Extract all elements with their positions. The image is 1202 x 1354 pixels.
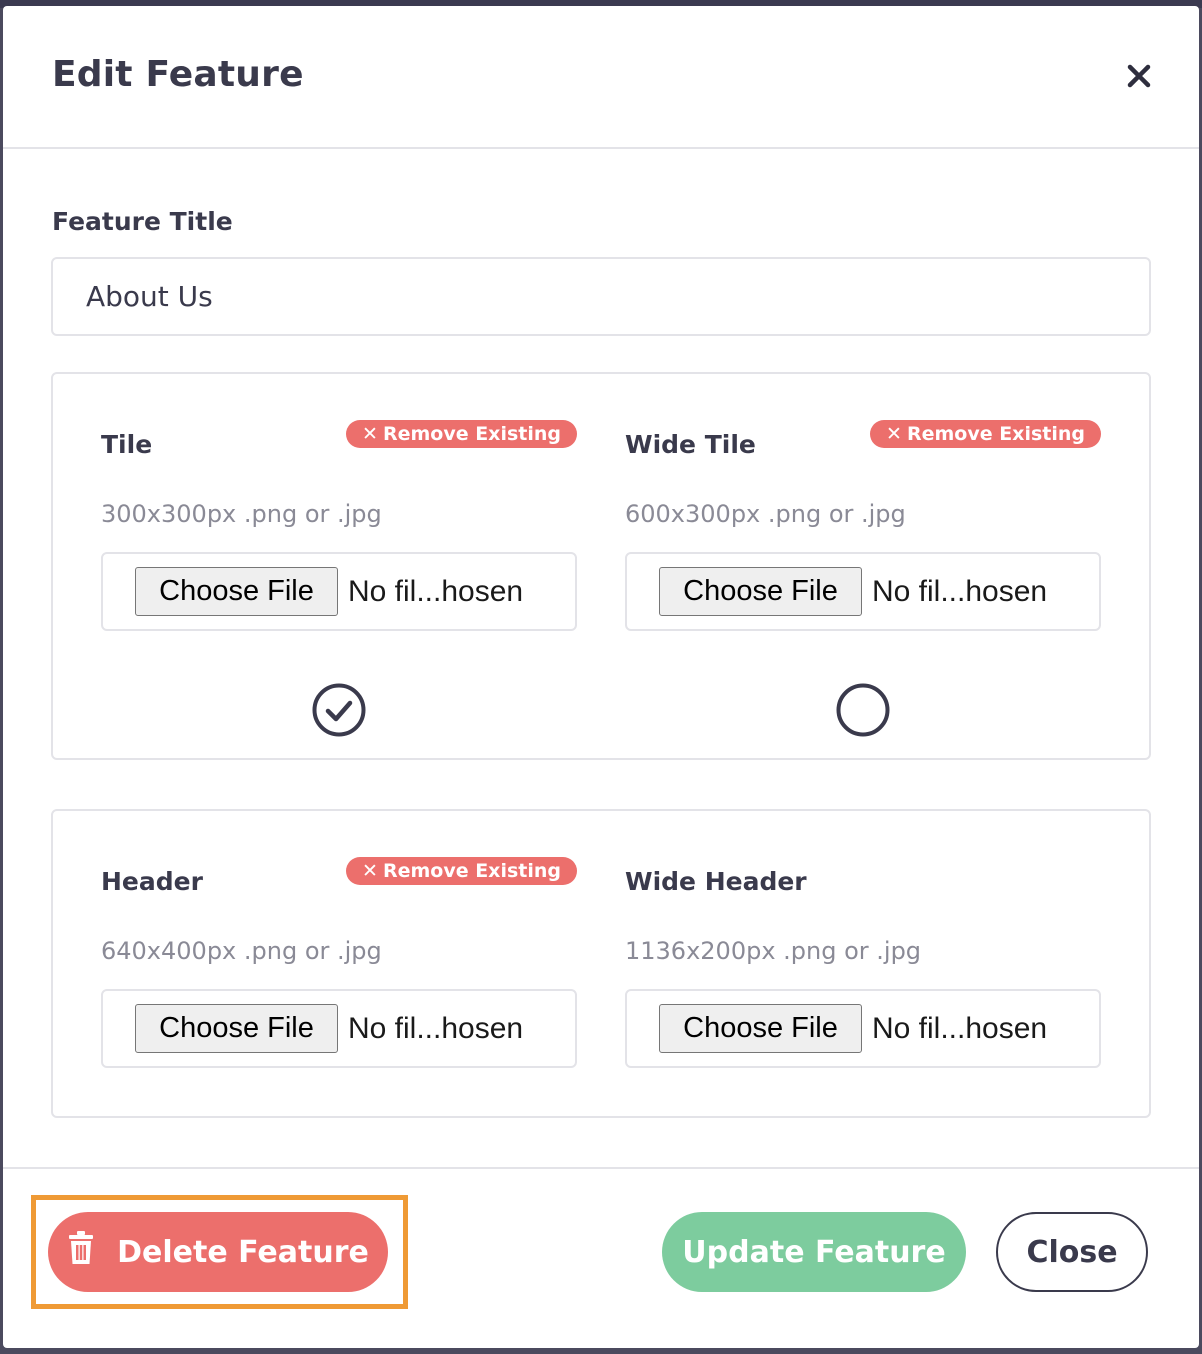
file-status: No fil...hosen	[348, 1011, 524, 1045]
wide-tile-label: Wide Tile	[625, 430, 756, 459]
wide-header-label: Wide Header	[625, 867, 807, 896]
header-images-panel: Header ✕ Remove Existing 640x400px .png …	[51, 809, 1151, 1118]
x-icon: ✕	[886, 423, 902, 445]
choose-file-button[interactable]: Choose File	[135, 1004, 338, 1053]
update-feature-button[interactable]: Update Feature	[662, 1212, 966, 1292]
delete-feature-button[interactable]: Delete Feature	[48, 1212, 388, 1292]
tile-images-panel: Tile ✕ Remove Existing 300x300px .png or…	[51, 372, 1151, 760]
close-icon[interactable]	[1119, 56, 1159, 96]
remove-existing-label: Remove Existing	[906, 423, 1085, 445]
file-status: No fil...hosen	[872, 1011, 1048, 1045]
modal-body: Feature Title Tile ✕ Remove Existing 300…	[3, 149, 1199, 1165]
wide-tile-size-hint: 600x300px .png or .jpg	[625, 500, 906, 528]
close-button[interactable]: Close	[996, 1212, 1148, 1292]
feature-title-label: Feature Title	[52, 207, 233, 236]
file-status: No fil...hosen	[872, 574, 1048, 608]
wide-header-size-hint: 1136x200px .png or .jpg	[625, 937, 922, 965]
check-circle-icon[interactable]	[311, 682, 367, 738]
trash-icon	[67, 1231, 95, 1273]
tile-file-input: Choose File No fil...hosen	[101, 552, 577, 631]
empty-circle-icon[interactable]	[835, 682, 891, 738]
choose-file-button[interactable]: Choose File	[135, 567, 338, 616]
remove-existing-wide-tile-button[interactable]: ✕ Remove Existing	[870, 420, 1101, 448]
file-status: No fil...hosen	[348, 574, 524, 608]
remove-existing-label: Remove Existing	[382, 860, 561, 882]
x-icon: ✕	[362, 860, 378, 882]
tile-label: Tile	[101, 430, 153, 459]
choose-file-button[interactable]: Choose File	[659, 567, 862, 616]
header-label: Header	[101, 867, 203, 896]
header-size-hint: 640x400px .png or .jpg	[101, 937, 382, 965]
delete-feature-label: Delete Feature	[117, 1234, 369, 1270]
choose-file-button[interactable]: Choose File	[659, 1004, 862, 1053]
remove-existing-label: Remove Existing	[382, 423, 561, 445]
wide-tile-file-input: Choose File No fil...hosen	[625, 552, 1101, 631]
modal-title: Edit Feature	[52, 54, 304, 95]
modal-header: Edit Feature	[3, 6, 1199, 149]
feature-title-input[interactable]	[51, 257, 1151, 336]
remove-existing-header-button[interactable]: ✕ Remove Existing	[346, 857, 577, 885]
wide-header-file-input: Choose File No fil...hosen	[625, 989, 1101, 1068]
tile-size-hint: 300x300px .png or .jpg	[101, 500, 382, 528]
header-file-input: Choose File No fil...hosen	[101, 989, 577, 1068]
x-icon: ✕	[362, 423, 378, 445]
remove-existing-tile-button[interactable]: ✕ Remove Existing	[346, 420, 577, 448]
edit-feature-modal: Edit Feature Feature Title Tile ✕ Remove…	[3, 6, 1199, 1348]
